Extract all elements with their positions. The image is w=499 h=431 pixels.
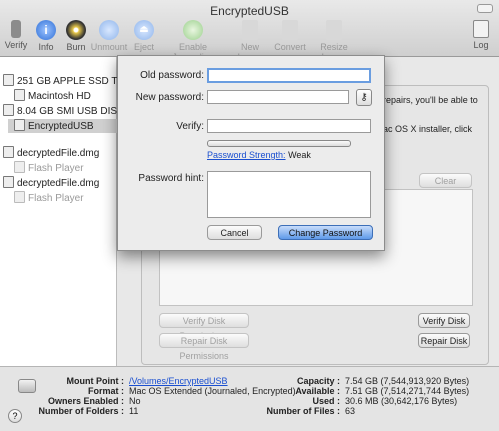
clear-history-button[interactable]: Clear History xyxy=(419,173,472,201)
password-strength-link[interactable]: Password Strength: xyxy=(207,150,286,160)
burn-icon xyxy=(66,20,86,40)
toolbar-eject[interactable]: ⏏ Eject xyxy=(130,20,158,52)
log-icon xyxy=(473,20,489,38)
sidebar-item-flash-player-1[interactable]: Flash Player xyxy=(14,161,84,175)
change-password-button[interactable]: Change Password xyxy=(278,225,373,240)
volume-icon xyxy=(14,119,25,131)
window-title: EncryptedUSB xyxy=(210,4,289,18)
toolbar-burn[interactable]: Burn xyxy=(62,20,90,52)
convert-icon xyxy=(282,20,298,40)
used-label: Used : xyxy=(312,396,340,406)
password-hint-field[interactable] xyxy=(207,171,371,218)
new-password-field[interactable] xyxy=(207,90,349,104)
password-strength-value: Weak xyxy=(288,150,311,160)
cancel-button[interactable]: Cancel xyxy=(207,225,262,240)
owners-enabled-value: No xyxy=(129,396,141,406)
drive-icon xyxy=(18,379,36,393)
first-aid-description-1: repairs, you'll be able to xyxy=(383,95,478,105)
sidebar-item-encryptedusb[interactable]: EncryptedUSB xyxy=(8,119,122,133)
resize-image-icon xyxy=(326,20,342,40)
folders-label: Number of Folders : xyxy=(38,406,124,416)
hard-disk-icon xyxy=(3,74,14,86)
format-label: Format : xyxy=(88,386,124,396)
mount-point-label: Mount Point : xyxy=(66,376,124,386)
volume-info-bar: ? Mount Point : /Volumes/EncryptedUSB Fo… xyxy=(0,366,499,431)
volume-icon xyxy=(14,89,25,101)
journaling-icon xyxy=(183,20,203,40)
sidebar-item-dmg-2[interactable]: decryptedFile.dmg xyxy=(3,176,99,190)
password-hint-label: Password hint: xyxy=(138,173,204,184)
sidebar-item-usb-disk[interactable]: 8.04 GB SMI USB DISK M xyxy=(3,104,135,118)
change-password-dialog: Old password: New password: ⚷ Verify: Pa… xyxy=(117,55,385,251)
verify-password-field[interactable] xyxy=(207,119,371,133)
old-password-field[interactable] xyxy=(207,68,371,83)
sidebar-item-macintosh-hd[interactable]: Macintosh HD xyxy=(14,89,91,103)
mount-point-link[interactable]: /Volumes/EncryptedUSB xyxy=(129,376,228,386)
repair-disk-permissions-button[interactable]: Repair Disk Permissions xyxy=(159,333,249,361)
old-password-label: Old password: xyxy=(140,70,204,81)
folders-value: 11 xyxy=(129,406,139,416)
files-label: Number of Files : xyxy=(266,406,340,416)
capacity-label: Capacity : xyxy=(296,376,340,386)
microscope-icon xyxy=(11,20,21,38)
toolbar-toggle-button[interactable] xyxy=(477,4,493,13)
verify-label: Verify: xyxy=(176,121,204,132)
owners-enabled-label: Owners Enabled : xyxy=(47,396,124,406)
toolbar-unmount[interactable]: Unmount xyxy=(90,20,128,52)
sidebar-item-flash-player-2[interactable]: Flash Player xyxy=(14,191,84,205)
password-strength-row: Password Strength: Weak xyxy=(207,150,311,160)
toolbar-convert[interactable]: Convert xyxy=(274,20,306,52)
toolbar-verify[interactable]: Verify xyxy=(4,20,28,50)
verify-disk-permissions-button[interactable]: Verify Disk Permissions xyxy=(159,313,249,341)
toolbar-log[interactable]: Log xyxy=(468,20,494,50)
available-value: 7.51 GB (7,514,271,744 Bytes) xyxy=(345,386,470,396)
files-value: 63 xyxy=(345,406,356,416)
usb-disk-icon xyxy=(3,104,14,116)
key-icon: ⚷ xyxy=(360,92,368,103)
repair-disk-button[interactable]: Repair Disk xyxy=(418,333,470,348)
used-value: 30.6 MB (30,642,176 Bytes) xyxy=(345,396,458,406)
toolbar-info[interactable]: i Info xyxy=(34,20,58,52)
sidebar: 251 GB APPLE SSD TS25 Macintosh HD 8.04 … xyxy=(0,57,135,366)
format-value: Mac OS Extended (Journaled, Encrypted) xyxy=(129,386,296,396)
window-toolbar: EncryptedUSB Verify i Info Burn Unmount … xyxy=(0,0,499,62)
capacity-value: 7.54 GB (7,544,913,920 Bytes) xyxy=(345,376,470,386)
disk-image-icon xyxy=(3,176,14,188)
info-icon: i xyxy=(36,20,56,40)
password-assistant-button[interactable]: ⚷ xyxy=(356,89,372,106)
unmount-icon xyxy=(99,20,119,40)
available-label: Available : xyxy=(295,386,340,396)
password-strength-meter xyxy=(207,140,351,147)
disk-image-icon xyxy=(3,146,14,158)
sidebar-item-disk-ssd[interactable]: 251 GB APPLE SSD TS25 xyxy=(3,74,135,88)
sidebar-item-dmg-1[interactable]: decryptedFile.dmg xyxy=(3,146,99,160)
first-aid-description-2: ac OS X installer, click xyxy=(383,124,473,134)
eject-icon: ⏏ xyxy=(134,20,154,40)
volume-icon xyxy=(14,161,25,173)
verify-disk-button[interactable]: Verify Disk xyxy=(418,313,470,328)
new-image-icon xyxy=(242,20,258,40)
volume-icon xyxy=(14,191,25,203)
new-password-label: New password: xyxy=(135,92,204,103)
